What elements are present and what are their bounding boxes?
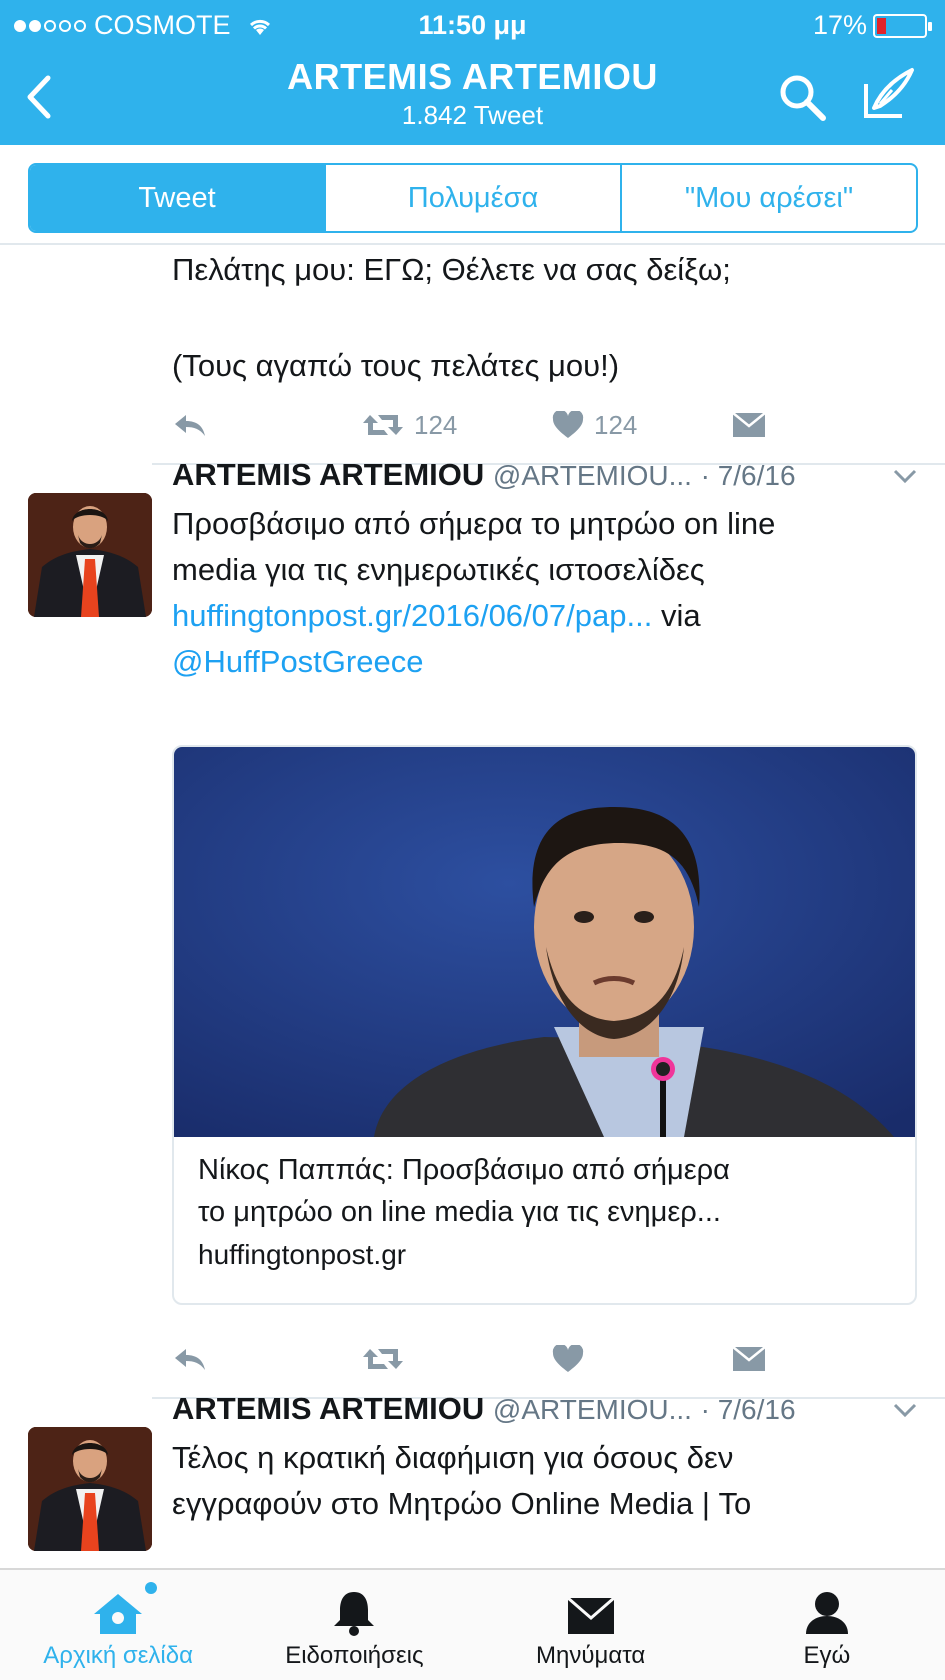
tweet-header: ARTEMIS ARTEMIOU @ARTEMIOU... · 7/6/16 bbox=[172, 1391, 932, 1435]
retweet-count: 124 bbox=[414, 409, 458, 440]
tweet-mention[interactable]: @HuffPostGreece bbox=[172, 644, 423, 679]
reply-icon bbox=[175, 415, 205, 436]
author-name[interactable]: ARTEMIS ARTEMIOU bbox=[172, 1391, 484, 1426]
author-handle[interactable]: @ARTEMIOU... bbox=[493, 1394, 692, 1425]
tweet-actions bbox=[172, 1339, 772, 1379]
tweet-date: · 7/6/16 bbox=[700, 1394, 796, 1425]
retweet-icon bbox=[363, 415, 403, 435]
tweet-text-line: Πελάτης μου: ΕΓΩ; Θέλετε να σας δείξω; bbox=[172, 252, 731, 287]
card-body: Νίκος Παππάς: Προσβάσιμο από σήμερα το μ… bbox=[198, 1149, 898, 1271]
tab-me[interactable]: Εγώ bbox=[709, 1570, 945, 1680]
home-icon bbox=[94, 1594, 143, 1634]
tweet-body[interactable]: Τέλος η κρατική διαφήμιση για όσους δεν … bbox=[172, 1435, 932, 1527]
header-row: ARTEMIS ARTEMIOU 1.842 Tweet bbox=[0, 52, 945, 142]
like-button[interactable]: 124 bbox=[552, 410, 637, 441]
avatar[interactable] bbox=[28, 493, 152, 617]
tweet-actions: 124 124 bbox=[172, 405, 772, 445]
profile-tabs-bar: Tweet Πολυμέσα "Μου αρέσει" bbox=[0, 145, 945, 245]
author-handle[interactable]: @ARTEMIOU... bbox=[493, 460, 692, 491]
tweet-text-line: Προσβάσιμο από σήμερα το μητρώο on line bbox=[172, 506, 776, 541]
battery-indicator: 17% bbox=[812, 10, 932, 41]
tab-tweets[interactable]: Tweet bbox=[30, 165, 324, 231]
tab-home[interactable]: Αρχική σελίδα bbox=[0, 1570, 236, 1680]
tab-messages[interactable]: Μηνύματα bbox=[473, 1570, 709, 1680]
tweet-text-line: media για τις ενημερωτικές ιστοσελίδες bbox=[172, 552, 705, 587]
card-image bbox=[174, 747, 915, 1137]
direct-message-button[interactable] bbox=[732, 412, 766, 438]
status-time: 11:50 μμ bbox=[418, 10, 527, 40]
battery-percent: 17% bbox=[812, 10, 867, 40]
retweet-icon bbox=[363, 1349, 403, 1369]
avatar[interactable] bbox=[28, 1427, 152, 1551]
envelope-icon bbox=[732, 412, 766, 437]
retweet-button[interactable]: 124 bbox=[362, 410, 457, 441]
card-domain: huffingtonpost.gr bbox=[198, 1239, 407, 1270]
envelope-icon bbox=[732, 1346, 766, 1371]
tab-messages-label: Μηνύματα bbox=[536, 1642, 646, 1669]
via-text: via bbox=[652, 598, 701, 633]
battery-icon bbox=[873, 13, 932, 38]
tab-likes[interactable]: "Μου αρέσει" bbox=[620, 165, 916, 231]
status-bar: COSMOTE 11:50 μμ 17% bbox=[0, 0, 945, 48]
chevron-down-icon[interactable] bbox=[892, 467, 918, 485]
chevron-down-icon[interactable] bbox=[892, 1401, 918, 1419]
tweet-mention-line: @HuffPostGreece bbox=[172, 639, 932, 685]
heart-icon bbox=[552, 1345, 584, 1372]
like-count: 124 bbox=[594, 409, 638, 440]
tweet-link[interactable]: huffingtonpost.gr/2016/06/07/pap... bbox=[172, 598, 652, 633]
person-icon bbox=[805, 1592, 848, 1634]
tab-notifications-label: Ειδοποιήσεις bbox=[285, 1642, 424, 1669]
card-title-line: το μητρώο on line media για τις ενημερ..… bbox=[198, 1196, 721, 1228]
tab-home-label: Αρχική σελίδα bbox=[43, 1642, 193, 1669]
avatar-image bbox=[28, 493, 152, 617]
link-preview-card[interactable]: Νίκος Παππάς: Προσβάσιμο από σήμερα το μ… bbox=[172, 745, 917, 1305]
tweet-header: ARTEMIS ARTEMIOU @ARTEMIOU... · 7/6/16 bbox=[172, 457, 932, 501]
tab-me-label: Εγώ bbox=[803, 1642, 851, 1669]
bell-icon bbox=[334, 1592, 375, 1636]
new-content-dot bbox=[145, 1582, 157, 1594]
search-icon[interactable] bbox=[775, 70, 829, 124]
bottom-tab-bar: Αρχική σελίδα Ειδοποιήσεις Μηνύματα Εγώ bbox=[0, 1568, 945, 1680]
tab-media[interactable]: Πολυμέσα bbox=[324, 165, 620, 231]
segmented-control: Tweet Πολυμέσα "Μου αρέσει" bbox=[28, 163, 918, 233]
compose-tweet-icon[interactable] bbox=[858, 64, 918, 124]
tweet-link-line: huffingtonpost.gr/2016/06/07/pap... via bbox=[172, 593, 932, 639]
direct-message-button[interactable] bbox=[732, 1346, 766, 1372]
tab-notifications[interactable]: Ειδοποιήσεις bbox=[236, 1570, 472, 1680]
tweet-text-line: (Τους αγαπώ τους πελάτες μου!) bbox=[172, 348, 620, 383]
tweet-body[interactable]: Προσβάσιμο από σήμερα το μητρώο on line … bbox=[172, 501, 932, 685]
retweet-button[interactable] bbox=[362, 1345, 404, 1373]
avatar-image bbox=[28, 1427, 152, 1551]
heart-icon bbox=[552, 411, 584, 438]
author-name[interactable]: ARTEMIS ARTEMIOU bbox=[172, 457, 484, 492]
reply-button[interactable] bbox=[172, 411, 208, 439]
reply-button[interactable] bbox=[172, 1345, 208, 1373]
tweet-text-line: Τέλος η κρατική διαφήμιση για όσους δεν bbox=[172, 1440, 734, 1475]
navigation-bar: COSMOTE 11:50 μμ 17% ARTEMIS ARTEMIOU 1.… bbox=[0, 0, 945, 145]
envelope-icon bbox=[566, 1596, 615, 1634]
tweet-text-line: εγγραφούν στο Μητρώο Online Media | Το bbox=[172, 1486, 752, 1521]
card-title-line: Νίκος Παππάς: Προσβάσιμο από σήμερα bbox=[198, 1154, 730, 1186]
like-button[interactable] bbox=[552, 1345, 584, 1373]
reply-icon bbox=[175, 1349, 205, 1370]
tweet-date: · 7/6/16 bbox=[700, 460, 796, 491]
